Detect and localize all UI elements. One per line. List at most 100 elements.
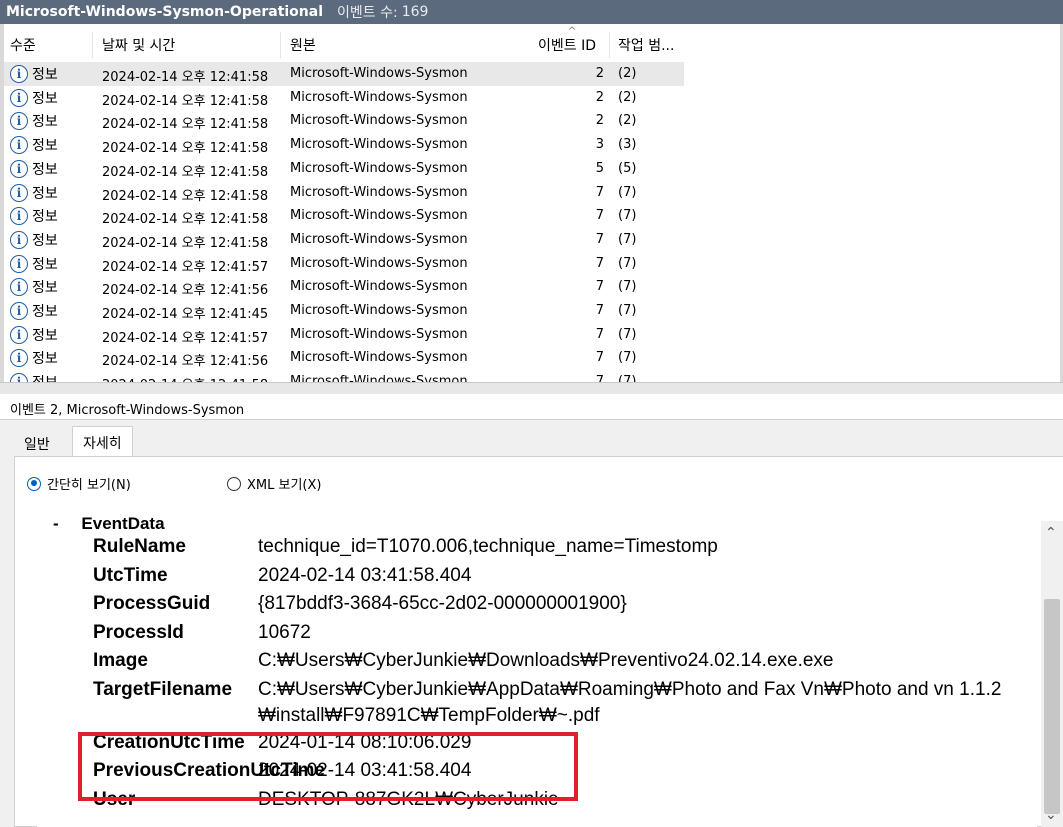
event-data-field: Image C:₩Users₩CyberJunkie₩Downloads₩Prev… xyxy=(37,650,1037,678)
row-datetime: 2024-02-14 오후 12:41:58 xyxy=(102,374,268,382)
chevron-down-icon[interactable]: ⌄ xyxy=(1045,807,1057,823)
friendly-view-radio[interactable]: 간단히 보기(N) xyxy=(27,474,131,493)
row-source: Microsoft-Windows-Sysmon xyxy=(290,208,468,224)
tab-general[interactable]: 일반 xyxy=(24,430,50,456)
row-task-category: (2) xyxy=(618,89,637,105)
event-data-field: UtcTime 2024-02-14 03:41:58.404 xyxy=(37,565,1037,593)
field-key: TargetFilename xyxy=(93,679,233,700)
collapse-toggle[interactable]: - xyxy=(53,514,59,533)
row-datetime: 2024-02-14 오후 12:41:58 xyxy=(102,141,269,157)
event-count-label: 이벤트 수: xyxy=(337,5,398,21)
table-row[interactable]: i 정보 2024-02-14 오후 12:41:56 Microsoft-Windo… xyxy=(4,275,684,299)
row-datetime: 2024-02-14 오후 12:41:58 xyxy=(102,70,269,85)
field-value[interactable]: 2024-02-14 03:41:58.404 xyxy=(258,565,471,587)
row-datetime: 2024-02-14 오후 12:41:58 xyxy=(102,93,269,109)
field-key: ProcessGuid xyxy=(93,593,211,614)
column-header-task-category[interactable]: 작업 범... xyxy=(618,35,674,55)
row-source: Microsoft-Windows-Sysmon xyxy=(290,326,468,342)
column-header-level[interactable]: 수준 xyxy=(10,35,36,55)
row-source: Microsoft-Windows-Sysmon xyxy=(290,184,468,200)
event-count-value: 169 xyxy=(401,4,429,20)
field-value[interactable]: 10672 xyxy=(258,622,311,644)
row-event-id: 7 xyxy=(595,374,604,382)
row-event-id: 7 xyxy=(595,231,604,247)
table-row[interactable]: i정보2024-02-14 오후 12:41:58Microsoft-Windo… xyxy=(4,62,684,86)
info-icon: i xyxy=(10,349,28,368)
event-data-title: EventData xyxy=(81,514,165,533)
field-value[interactable]: C:₩Users₩CyberJunkie₩AppData₩Roaming₩Pho… xyxy=(258,679,1001,701)
row-level: 정보 xyxy=(32,90,58,107)
column-header-source[interactable]: 원본 xyxy=(290,35,316,55)
table-row[interactable]: i 정보 2024-02-14 오후 12:41:45 Microsoft-Windo… xyxy=(4,299,684,323)
table-row[interactable]: i정보2024-02-14 오후 12:41:58Microsoft-Windo… xyxy=(4,86,684,110)
field-value-continued[interactable]: ₩install₩F97891C₩TempFolder₩~.pdf xyxy=(258,705,600,727)
row-task-category: (2) xyxy=(618,66,637,81)
table-row[interactable]: i정보2024-02-14 오후 12:41:58Microsoft-Windo… xyxy=(4,370,684,382)
column-separator[interactable] xyxy=(609,32,610,58)
row-level: 정보 xyxy=(32,67,58,83)
field-value[interactable]: technique_id=T1070.006,technique_name=Ti… xyxy=(258,536,718,558)
info-icon: i xyxy=(10,325,28,344)
table-row[interactable]: i 정보 2024-02-14 오후 12:41:57 Microsoft-Windo… xyxy=(4,323,684,347)
column-header-event-id[interactable]: 이벤트 ID xyxy=(538,35,596,55)
row-task-category: (7) xyxy=(618,279,637,295)
info-icon: i xyxy=(10,278,28,297)
table-row[interactable]: i 정보 2024-02-14 오후 12:41:56 Microsoft-Windo… xyxy=(4,346,684,370)
row-source: Microsoft-Windows-Sysmon xyxy=(290,160,468,176)
row-task-category: (7) xyxy=(618,350,637,366)
table-row[interactable]: i정보 2024-02-14 오후 12:41:58 Microsoft-Windo… xyxy=(4,133,684,157)
table-row[interactable]: i정보2024-02-14 오후 12:41:58Microsoft-Windo… xyxy=(4,228,684,252)
column-separator[interactable] xyxy=(280,32,281,58)
row-level: 정보 xyxy=(32,232,58,249)
row-source: Microsoft-Windows-Sysmon xyxy=(290,137,468,153)
row-event-id: 7 xyxy=(595,279,604,295)
pane-splitter[interactable] xyxy=(0,382,1063,394)
row-datetime: 2024-02-14 오후 12:41:58 xyxy=(102,117,269,133)
info-icon: i xyxy=(10,302,28,320)
row-level: 정보 xyxy=(32,185,58,202)
column-separator[interactable] xyxy=(92,32,93,58)
row-level: 정보 xyxy=(32,280,58,297)
info-icon: i xyxy=(10,136,28,155)
row-datetime: 2024-02-14 오후 12:41:58 xyxy=(102,235,269,251)
row-datetime: 2024-02-14 오후 12:41:58 xyxy=(102,212,269,228)
column-header-datetime[interactable]: 날짜 및 시간 xyxy=(102,35,175,55)
table-row[interactable]: i 정보 2024-02-14 오후 12:41:57 Microsoft-Windo… xyxy=(4,252,684,276)
row-level: 정보 xyxy=(32,256,58,273)
row-datetime: 2024-02-14 오후 12:41:56 xyxy=(102,354,269,370)
row-task-category: (7) xyxy=(618,303,637,318)
xml-view-radio[interactable]: XML 보기(X) xyxy=(227,474,321,493)
event-list[interactable]: 수준 날짜 및 시간 원본 ^ 이벤트 ID 작업 범... i 정보 2024-0… xyxy=(0,24,1063,382)
row-task-category: (3) xyxy=(618,137,637,153)
event-list-header: 수준 날짜 및 시간 원본 ^ 이벤트 ID 작업 범... xyxy=(4,26,1060,58)
tab-details[interactable]: 자세히 xyxy=(72,426,133,456)
row-task-category: (5) xyxy=(618,160,637,176)
row-event-id: 7 xyxy=(595,350,604,366)
table-row[interactable]: i정보2024-02-14 오후 12:41:58Microsoft-Windo… xyxy=(4,181,684,205)
row-datetime: 2024-02-14 오후 12:41:57 xyxy=(102,259,269,275)
table-row[interactable]: i정보2024-02-14 오후 12:41:58Microsoft-Windo… xyxy=(4,157,684,181)
field-key: ProcessId xyxy=(93,622,184,643)
field-value[interactable]: {817bddf3-3684-65cc-2d02-000000001900} xyxy=(258,593,627,615)
chevron-up-icon[interactable]: ⌃ xyxy=(1045,525,1057,541)
row-level: 정보 xyxy=(32,304,58,320)
field-key: RuleName xyxy=(93,536,186,557)
row-level: 정보 xyxy=(32,161,58,178)
row-datetime: 2024-02-14 오후 12:41:57 xyxy=(102,330,269,346)
row-task-category: (7) xyxy=(618,255,637,271)
scrollbar-thumb[interactable] xyxy=(1044,599,1060,814)
row-event-id: 7 xyxy=(595,326,604,342)
details-scrollbar[interactable]: ⌃ ⌄ xyxy=(1041,521,1063,827)
row-level: 정보 xyxy=(32,138,58,155)
field-key: UtcTime xyxy=(93,565,168,586)
row-datetime: 2024-02-14 오후 12:41:58 xyxy=(102,164,269,180)
table-row[interactable]: i정보2024-02-14 오후 12:41:58Microsoft-Windo… xyxy=(4,204,684,228)
row-source: Microsoft-Windows-Sysmon xyxy=(290,66,468,81)
row-event-id: 7 xyxy=(595,208,604,224)
field-value[interactable]: C:₩Users₩CyberJunkie₩Downloads₩Preventiv… xyxy=(258,650,834,672)
row-source: Microsoft-Windows-Sysmon xyxy=(290,350,468,366)
table-row[interactable]: i정보2024-02-14 오후 12:41:58Microsoft-Windo… xyxy=(4,109,684,133)
row-source: Microsoft-Windows-Sysmon xyxy=(290,279,468,295)
event-data-field: RuleName technique_id=T1070.006,technique… xyxy=(37,536,1037,564)
row-source: Microsoft-Windows-Sysmon xyxy=(290,89,468,105)
